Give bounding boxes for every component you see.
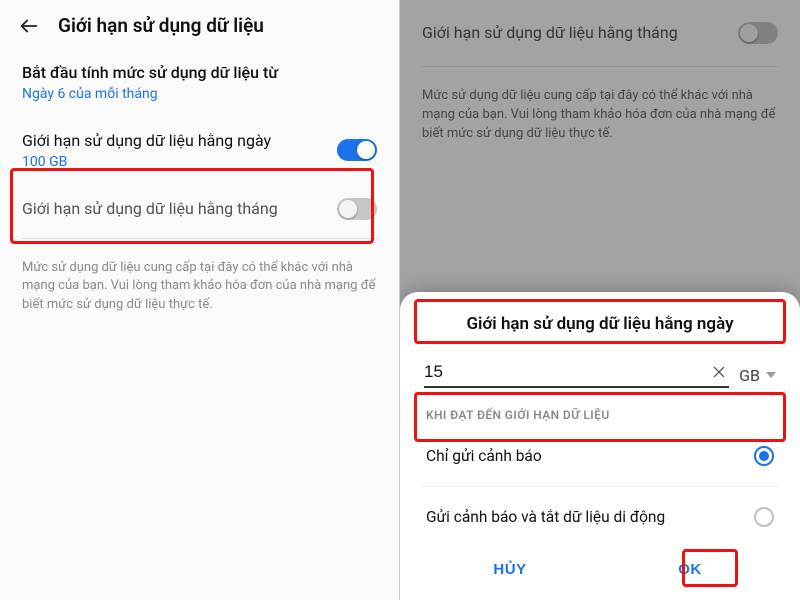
- start-usage-label: Bắt đầu tính mức sử dụng dữ liệu từ: [22, 63, 377, 82]
- unit-label: GB: [739, 366, 760, 385]
- cancel-button[interactable]: HỦY: [420, 549, 600, 590]
- limit-input-row: GB: [420, 362, 780, 388]
- chevron-down-icon: [766, 372, 776, 378]
- option-warn-only[interactable]: Chỉ gửi cảnh báo: [420, 432, 780, 480]
- when-reached-caption: KHI ĐẠT ĐẾN GIỚI HẠN DỮ LIỆU: [426, 408, 774, 422]
- header: Giới hạn sử dụng dữ liệu: [0, 0, 399, 49]
- sheet-title: Giới hạn sử dụng dữ liệu hằng ngày: [420, 314, 780, 334]
- start-usage-section[interactable]: Bắt đầu tính mức sử dụng dữ liệu từ Ngày…: [0, 49, 399, 116]
- radio-unselected-icon: [754, 507, 774, 527]
- daily-limit-row[interactable]: Giới hạn sử dụng dữ liệu hằng ngày 100 G…: [0, 116, 399, 184]
- monthly-limit-title: Giới hạn sử dụng dữ liệu hằng tháng: [22, 198, 337, 220]
- back-icon[interactable]: [18, 15, 40, 37]
- option-warn-and-disable-label: Gửi cảnh báo và tắt dữ liệu di động: [426, 508, 754, 526]
- settings-screen-left: Giới hạn sử dụng dữ liệu Bắt đầu tính mứ…: [0, 0, 400, 600]
- option-warn-only-label: Chỉ gửi cảnh báo: [426, 447, 754, 465]
- divider: [22, 238, 377, 239]
- clear-input-icon[interactable]: [709, 362, 729, 382]
- disclaimer-text: Mức sử dụng dữ liệu cung cấp tại đây có …: [0, 243, 399, 332]
- limit-value-input[interactable]: [424, 362, 709, 382]
- start-usage-value: Ngày 6 của mỗi tháng: [22, 86, 377, 102]
- unit-selector[interactable]: GB: [739, 366, 776, 385]
- limit-input-wrap[interactable]: [424, 362, 729, 388]
- daily-limit-toggle[interactable]: [337, 139, 377, 161]
- daily-limit-title: Giới hạn sử dụng dữ liệu hằng ngày: [22, 130, 337, 152]
- monthly-limit-row[interactable]: Giới hạn sử dụng dữ liệu hằng tháng: [0, 184, 399, 234]
- monthly-limit-toggle[interactable]: [337, 198, 377, 220]
- page-title: Giới hạn sử dụng dữ liệu: [58, 14, 264, 37]
- bottom-sheet: Giới hạn sử dụng dữ liệu hằng ngày GB KH…: [400, 292, 800, 600]
- radio-selected-icon: [754, 446, 774, 466]
- sheet-actions: HỦY OK: [420, 549, 780, 590]
- ok-button[interactable]: OK: [600, 549, 780, 590]
- settings-screen-right: Giới hạn sử dụng dữ liệu hằng tháng Mức …: [400, 0, 800, 600]
- option-warn-and-disable[interactable]: Gửi cảnh báo và tắt dữ liệu di động: [420, 493, 780, 541]
- sheet-divider: [420, 486, 780, 487]
- daily-limit-value: 100 GB: [22, 154, 337, 170]
